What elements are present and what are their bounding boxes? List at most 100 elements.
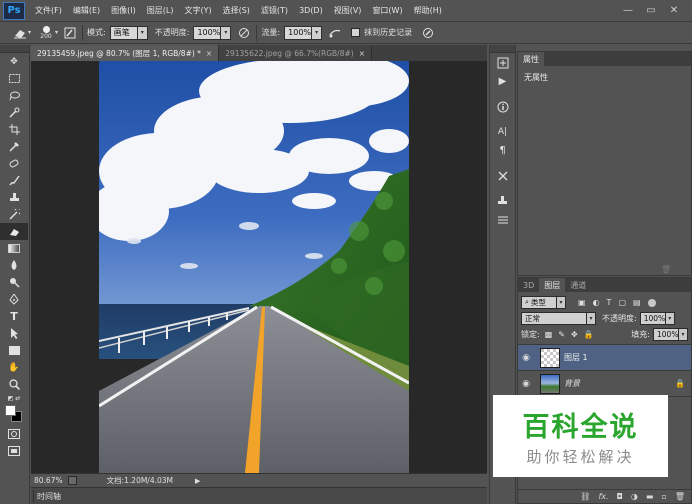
smart-object-filter-icon[interactable]: ▤ xyxy=(633,298,641,307)
flow-dropdown-icon[interactable]: ▾ xyxy=(312,25,323,40)
lock-position-icon[interactable]: ✥ xyxy=(571,330,578,339)
tab-channels[interactable]: 通道 xyxy=(565,278,591,292)
hand-tool-icon[interactable]: ✋ xyxy=(0,359,28,376)
tab-document-2[interactable]: 29135622.jpeg @ 66.7%(RGB/8#) × xyxy=(219,45,372,61)
tab-3d[interactable]: 3D xyxy=(518,278,539,292)
mode-dropdown-icon[interactable]: ▾ xyxy=(137,25,148,40)
gradient-tool-icon[interactable] xyxy=(0,240,28,257)
layer-row-layer1[interactable]: ◉ 图层 1 xyxy=(518,345,691,371)
pressure-opacity-icon[interactable] xyxy=(236,25,252,41)
info-panel-icon[interactable] xyxy=(490,97,515,116)
brush-presets-icon[interactable] xyxy=(490,210,515,229)
pixel-filter-icon[interactable]: ▣ xyxy=(578,298,586,307)
brush-dropdown-arrow-icon[interactable]: ▾ xyxy=(55,29,58,36)
eraser-preset-icon[interactable] xyxy=(12,25,28,41)
layer-name[interactable]: 图层 1 xyxy=(564,352,588,363)
brush-panel-icon[interactable] xyxy=(62,25,78,41)
menu-layer[interactable]: 图层(L) xyxy=(147,5,174,16)
layer-name[interactable]: 背景 xyxy=(564,378,580,389)
foreground-color-swatch[interactable] xyxy=(5,405,16,416)
crop-tool-icon[interactable] xyxy=(0,121,28,138)
menu-select[interactable]: 选择(S) xyxy=(223,5,250,16)
minimize-button[interactable]: — xyxy=(618,2,638,18)
zoom-tool-icon[interactable] xyxy=(0,376,28,393)
eyedropper-tool-icon[interactable] xyxy=(0,138,28,155)
history-brush-tool-icon[interactable] xyxy=(0,206,28,223)
menu-3d[interactable]: 3D(D) xyxy=(299,6,323,15)
shape-filter-icon[interactable]: ▢ xyxy=(618,298,626,307)
menu-help[interactable]: 帮助(H) xyxy=(414,5,442,16)
canvas-area[interactable] xyxy=(31,61,487,473)
history-panel-icon[interactable] xyxy=(490,53,515,72)
eraser-tool-icon[interactable] xyxy=(0,223,28,240)
adjustment-filter-icon[interactable]: ◐ xyxy=(593,298,600,307)
lock-all-icon[interactable]: 🔒 xyxy=(584,330,594,339)
quick-selection-tool-icon[interactable] xyxy=(0,104,28,121)
rectangle-tool-icon[interactable] xyxy=(0,342,28,359)
character-panel-icon[interactable]: A| xyxy=(490,122,515,141)
tab-layers[interactable]: 图层 xyxy=(539,278,566,292)
layer-opacity-dropdown-icon[interactable]: ▾ xyxy=(665,311,675,325)
clone-source-icon[interactable] xyxy=(490,191,515,210)
tools-panel-header[interactable] xyxy=(0,45,29,53)
flow-input[interactable]: 100% xyxy=(284,25,313,40)
paragraph-panel-icon[interactable]: ¶ xyxy=(490,141,515,160)
visibility-eye-icon[interactable]: ◉ xyxy=(518,353,534,363)
menu-window[interactable]: 窗口(W) xyxy=(372,5,402,16)
mode-select[interactable]: 画笔 xyxy=(109,25,138,40)
color-swatches[interactable] xyxy=(0,403,28,425)
lock-pixels-icon[interactable]: ✎ xyxy=(558,330,565,339)
menu-filter[interactable]: 滤镜(T) xyxy=(261,5,288,16)
pressure-size-icon[interactable] xyxy=(420,25,436,41)
dodge-tool-icon[interactable] xyxy=(0,274,28,291)
tab-close-icon[interactable]: × xyxy=(206,49,212,58)
status-menu-arrow-icon[interactable]: ▶ xyxy=(195,477,200,485)
marquee-tool-icon[interactable] xyxy=(0,70,28,87)
actions-panel-icon[interactable]: ▶ xyxy=(490,72,515,91)
fill-input[interactable]: 100% xyxy=(653,327,679,341)
menu-type[interactable]: 文字(Y) xyxy=(184,5,211,16)
healing-brush-tool-icon[interactable] xyxy=(0,155,28,172)
opacity-dropdown-icon[interactable]: ▾ xyxy=(221,25,232,40)
layer-row-background[interactable]: ◉ 背景 🔒 xyxy=(518,371,691,397)
menu-edit[interactable]: 编辑(E) xyxy=(73,5,100,16)
filter-dropdown-icon[interactable]: ▾ xyxy=(557,295,566,309)
close-window-button[interactable]: ✕ xyxy=(664,2,684,18)
tab-document-1[interactable]: 29135459.jpeg @ 80.7% (图层 1, RGB/8#) * × xyxy=(31,45,220,61)
tab-properties[interactable]: 属性 xyxy=(518,52,544,66)
filter-toggle-icon[interactable] xyxy=(647,298,656,307)
brush-tool-icon[interactable] xyxy=(0,172,28,189)
type-filter-icon[interactable]: T xyxy=(607,298,612,307)
quick-mask-icon[interactable] xyxy=(0,425,28,442)
fill-dropdown-icon[interactable]: ▾ xyxy=(679,327,688,341)
zoom-level[interactable]: 80.67% xyxy=(34,476,63,485)
history-checkbox[interactable] xyxy=(351,28,361,37)
blend-dropdown-icon[interactable]: ▾ xyxy=(587,311,596,325)
menu-view[interactable]: 视图(V) xyxy=(334,5,362,16)
strip-header[interactable] xyxy=(490,45,515,53)
brush-size-picker[interactable]: 200 xyxy=(37,24,55,42)
swap-colors-icon[interactable]: ◩ ⇄ xyxy=(0,393,28,403)
timeline-label[interactable]: 时间轴 xyxy=(37,491,61,502)
add-mask-icon[interactable]: ◘ xyxy=(617,492,623,501)
adjustment-layer-icon[interactable]: ◑ xyxy=(631,492,638,501)
lock-transparency-icon[interactable]: ▩ xyxy=(545,330,553,339)
new-layer-icon[interactable]: ▫ xyxy=(661,492,666,501)
link-layers-icon[interactable]: ⛓ xyxy=(580,492,590,501)
tool-presets-icon[interactable] xyxy=(490,166,515,185)
delete-layer-trash-icon[interactable]: 🗑 xyxy=(675,492,685,501)
restore-button[interactable]: ▭ xyxy=(641,2,661,18)
visibility-eye-icon[interactable]: ◉ xyxy=(518,379,534,389)
screen-mode-icon[interactable] xyxy=(0,442,28,459)
move-tool-icon[interactable]: ✥ xyxy=(0,53,28,70)
airbrush-icon[interactable] xyxy=(327,25,343,41)
new-group-folder-icon[interactable]: ▬ xyxy=(646,492,654,501)
properties-trash-icon[interactable]: 🗑 xyxy=(661,265,671,274)
tab-close-icon[interactable]: × xyxy=(359,49,365,58)
preset-dropdown-arrow-icon[interactable]: ▾ xyxy=(28,29,31,36)
type-tool-icon[interactable]: T xyxy=(0,308,28,325)
blend-mode-select[interactable]: 正常 xyxy=(521,311,587,325)
blur-tool-icon[interactable] xyxy=(0,257,28,274)
menu-file[interactable]: 文件(F) xyxy=(35,5,62,16)
layer-filter-select[interactable]: ⌕ 类型 xyxy=(521,295,557,309)
